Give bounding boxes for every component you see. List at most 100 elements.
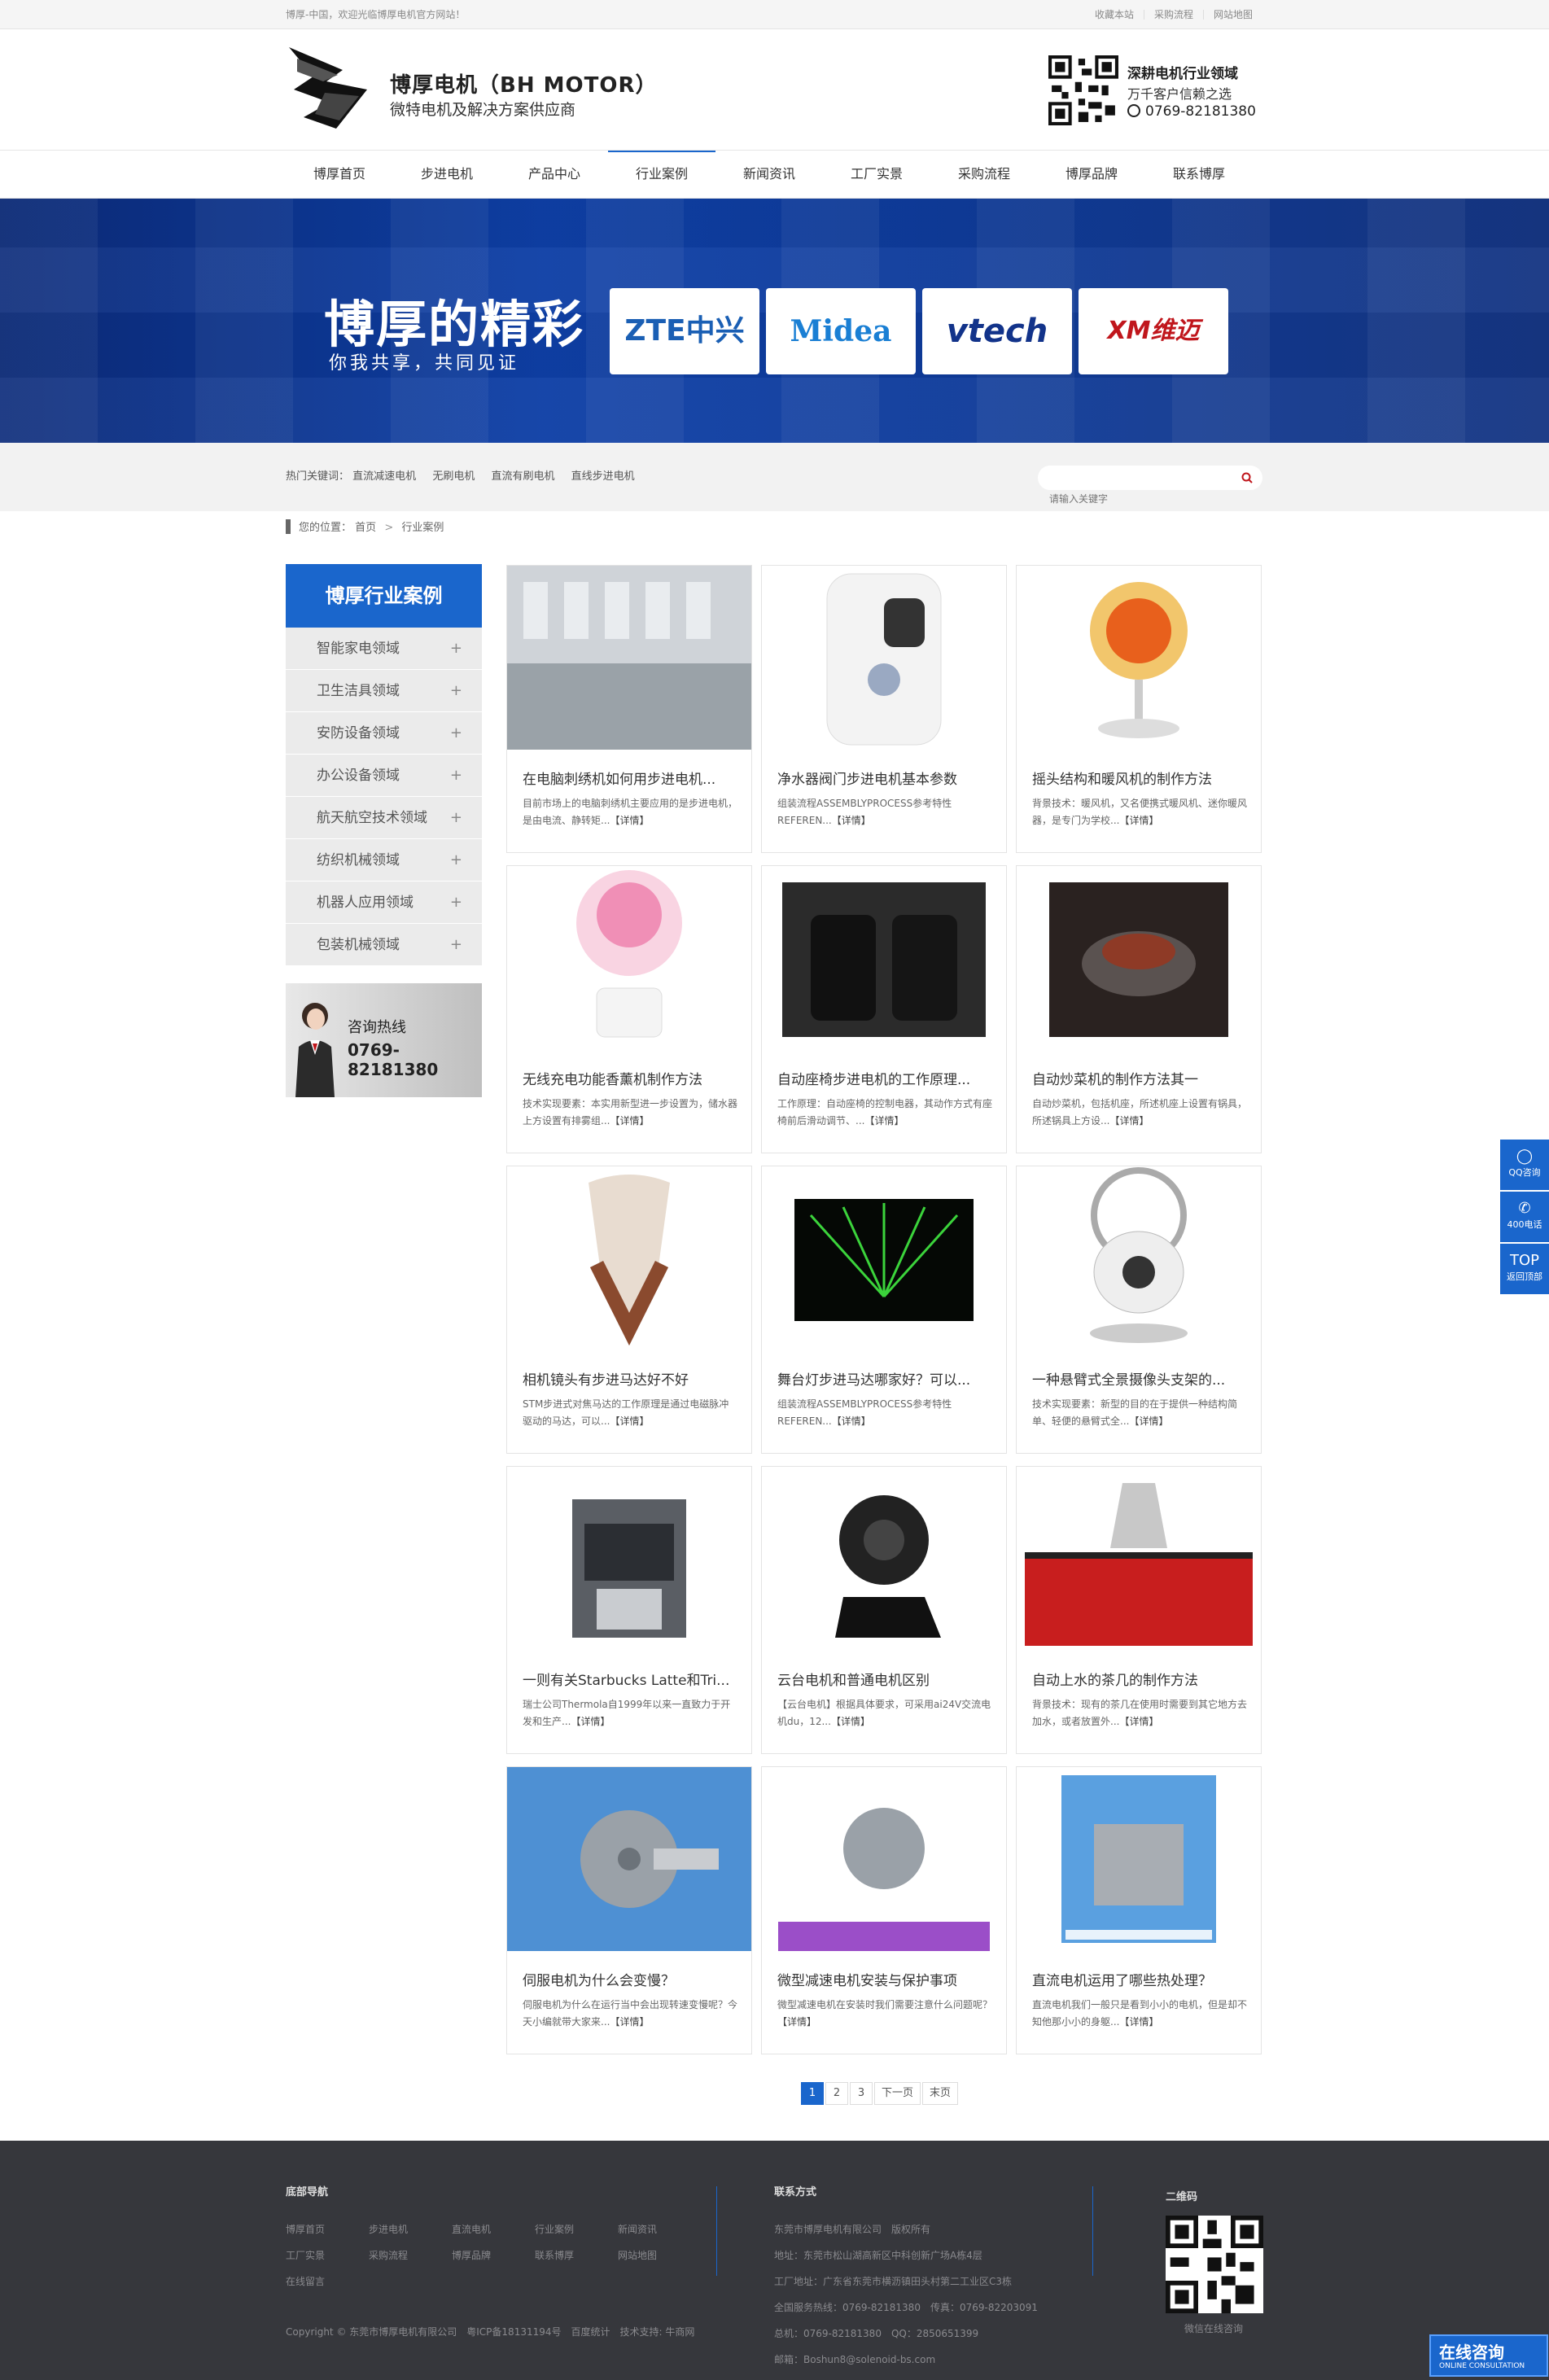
case-card[interactable]: 摇头结构和暖风机的制作方法 背景技术：暖风机，又名便携式暖风机、迷你暖风器，是专门… (1016, 565, 1262, 853)
keyword-link[interactable]: 直线步进电机 (571, 470, 635, 483)
case-card[interactable]: 一种悬臂式全景摄像头支架的... 技术实现要素：新型的目的在于提供一种结构简单、轻… (1016, 1166, 1262, 1454)
nav-item-news[interactable]: 新闻资讯 (715, 151, 823, 198)
case-image[interactable] (507, 1767, 751, 1951)
footer-link[interactable]: 在线留言 (286, 2274, 325, 2288)
case-more-link[interactable]: 【详情】 (610, 815, 649, 826)
sidebar-item-office[interactable]: 办公设备领域 + (286, 755, 482, 797)
case-more-link[interactable]: 【详情】 (610, 1415, 649, 1427)
sidebar-item-security[interactable]: 安防设备领域 + (286, 712, 482, 755)
case-more-link[interactable]: 【详情】 (864, 1115, 904, 1127)
case-title[interactable]: 一则有关Starbucks Latte和Tri... (523, 1669, 737, 1689)
case-image[interactable] (762, 1166, 1006, 1350)
footer-link[interactable]: 步进电机 (369, 2222, 408, 2236)
case-more-link[interactable]: 【详情】 (777, 2016, 816, 2028)
case-card[interactable]: 云台电机和普通电机区别 【云台电机】根据具体要求，可采用ai24V交流电机du，1… (761, 1466, 1007, 1754)
search-icon[interactable] (1241, 472, 1253, 483)
case-title[interactable]: 云台电机和普通电机区别 (777, 1669, 992, 1689)
breadcrumb-home[interactable]: 首页 (355, 522, 376, 534)
keyword-link[interactable]: 无刷电机 (432, 470, 475, 483)
case-card[interactable]: 一则有关Starbucks Latte和Tri... 瑞士公司Thermola自1… (506, 1466, 752, 1754)
case-more-link[interactable]: 【详情】 (1109, 1115, 1149, 1127)
case-title[interactable]: 伺服电机为什么会变慢？ (523, 1969, 737, 1989)
case-image[interactable] (1017, 1767, 1261, 1951)
case-card[interactable]: 自动上水的茶几的制作方法 背景技术：现有的茶几在使用时需要到其它地方去加水，或者放… (1016, 1466, 1262, 1754)
link-favorite[interactable]: 收藏本站 (1085, 10, 1144, 20)
case-title[interactable]: 在电脑刺绣机如何用步进电机... (523, 768, 737, 788)
case-title[interactable]: 无线充电功能香薰机制作方法 (523, 1068, 737, 1088)
case-image[interactable] (1017, 1467, 1261, 1651)
keyword-link[interactable]: 直流减速电机 (352, 470, 416, 483)
footer-link[interactable]: 采购流程 (369, 2248, 408, 2262)
footer-link[interactable]: 工厂实景 (286, 2248, 325, 2262)
case-image[interactable] (762, 866, 1006, 1050)
link-sitemap[interactable]: 网站地图 (1202, 10, 1262, 20)
case-card[interactable]: 在电脑刺绣机如何用步进电机... 目前市场上的电脑刺绣机主要应用的是步进电机，是由… (506, 565, 752, 853)
nav-item-products[interactable]: 产品中心 (501, 151, 608, 198)
case-image[interactable] (762, 566, 1006, 750)
case-card[interactable]: 微型减速电机安装与保护事项 微型减速电机在安装时我们需要注意什么问题呢？ 【详情】 (761, 1766, 1007, 2054)
case-title[interactable]: 摇头结构和暖风机的制作方法 (1032, 768, 1247, 788)
nav-item-home[interactable]: 博厚首页 (286, 151, 393, 198)
case-title[interactable]: 自动上水的茶几的制作方法 (1032, 1669, 1247, 1689)
case-card[interactable]: 无线充电功能香薰机制作方法 技术实现要素：本实用新型进一步设置为，储水器上方设置有… (506, 865, 752, 1153)
search-input[interactable] (1048, 487, 1235, 511)
case-image[interactable] (762, 1767, 1006, 1951)
case-more-link[interactable]: 【详情】 (1129, 1415, 1168, 1427)
case-title[interactable]: 直流电机运用了哪些热处理？ (1032, 1969, 1247, 1989)
page-button[interactable]: 2 (825, 2082, 848, 2105)
brand-logo[interactable] (286, 39, 375, 135)
case-more-link[interactable]: 【详情】 (1119, 2016, 1158, 2028)
sidebar-item-aerospace[interactable]: 航天航空技术领域 + (286, 797, 482, 839)
case-image[interactable] (1017, 1166, 1261, 1350)
case-image[interactable] (1017, 566, 1261, 750)
case-image[interactable] (507, 1467, 751, 1651)
case-image[interactable] (507, 566, 751, 750)
keyword-link[interactable]: 直流有刷电机 (491, 470, 554, 483)
case-image[interactable] (507, 1166, 751, 1350)
footer-link[interactable]: 博厚品牌 (452, 2248, 491, 2262)
case-card[interactable]: 自动炒菜机的制作方法其一 自动炒菜机，包括机座，所述机座上设置有锅具，所述锅具上方… (1016, 865, 1262, 1153)
case-title[interactable]: 自动座椅步进电机的工作原理... (777, 1068, 992, 1088)
case-title[interactable]: 净水器阀门步进电机基本参数 (777, 768, 992, 788)
footer-link[interactable]: 网站地图 (618, 2248, 657, 2262)
case-card[interactable]: 伺服电机为什么会变慢？ 伺服电机为什么在运行当中会出现转速变慢呢？今天小编就带大家… (506, 1766, 752, 2054)
float-qq-button[interactable]: ◯ QQ咨询 (1500, 1140, 1549, 1190)
footer-link[interactable]: 联系博厚 (535, 2248, 574, 2262)
float-top-button[interactable]: TOP 返回顶部 (1500, 1244, 1549, 1294)
case-more-link[interactable]: 【详情】 (571, 1716, 610, 1727)
case-card[interactable]: 自动座椅步进电机的工作原理... 工作原理：自动座椅的控制电器，其动作方式有座椅前… (761, 865, 1007, 1153)
case-image[interactable] (507, 866, 751, 1050)
case-more-link[interactable]: 【详情】 (610, 1115, 649, 1127)
float-phone-button[interactable]: ✆ 400电话 (1500, 1192, 1549, 1242)
nav-item-stepper[interactable]: 步进电机 (393, 151, 501, 198)
case-title[interactable]: 舞台灯步进马达哪家好？可以... (777, 1368, 992, 1389)
nav-item-contact[interactable]: 联系博厚 (1145, 151, 1253, 198)
nav-item-factory[interactable]: 工厂实景 (823, 151, 930, 198)
case-card[interactable]: 净水器阀门步进电机基本参数 组装流程ASSEMBLYPROCESS参考特性REFE… (761, 565, 1007, 853)
footer-link[interactable]: 博厚首页 (286, 2222, 325, 2236)
online-consult-button[interactable]: 在线咨询 ONLINE CONSULTATION (1429, 2334, 1548, 2377)
case-more-link[interactable]: 【详情】 (1119, 1716, 1158, 1727)
case-more-link[interactable]: 【详情】 (610, 2016, 649, 2028)
sidebar-item-textile[interactable]: 纺织机械领域 + (286, 839, 482, 882)
case-more-link[interactable]: 【详情】 (1119, 815, 1158, 826)
case-card[interactable]: 直流电机运用了哪些热处理？ 直流电机我们一般只是看到小小的电机，但是却不知他那小小… (1016, 1766, 1262, 2054)
footer-link[interactable]: 行业案例 (535, 2222, 574, 2236)
case-title[interactable]: 一种悬臂式全景摄像头支架的... (1032, 1368, 1247, 1389)
sidebar-item-appliance[interactable]: 智能家电领域 + (286, 628, 482, 670)
page-button[interactable]: 3 (850, 2082, 873, 2105)
sidebar-item-packaging[interactable]: 包装机械领域 + (286, 924, 482, 966)
case-card[interactable]: 相机镜头有步进马达好不好 STM步进式对焦马达的工作原理是通过电磁脉冲驱动的马达，… (506, 1166, 752, 1454)
nav-item-cases[interactable]: 行业案例 (608, 151, 715, 198)
footer-link[interactable]: 直流电机 (452, 2222, 491, 2236)
footer-link[interactable]: 新闻资讯 (618, 2222, 657, 2236)
case-more-link[interactable]: 【详情】 (832, 1415, 871, 1427)
sidebar-item-sanitary[interactable]: 卫生洁具领域 + (286, 670, 482, 712)
case-image[interactable] (1017, 866, 1261, 1050)
case-title[interactable]: 微型减速电机安装与保护事项 (777, 1969, 992, 1989)
case-title[interactable]: 自动炒菜机的制作方法其一 (1032, 1068, 1247, 1088)
last-page-button[interactable]: 末页 (922, 2082, 959, 2105)
nav-item-purchase[interactable]: 采购流程 (930, 151, 1038, 198)
case-image[interactable] (762, 1467, 1006, 1651)
case-more-link[interactable]: 【详情】 (831, 1716, 870, 1727)
